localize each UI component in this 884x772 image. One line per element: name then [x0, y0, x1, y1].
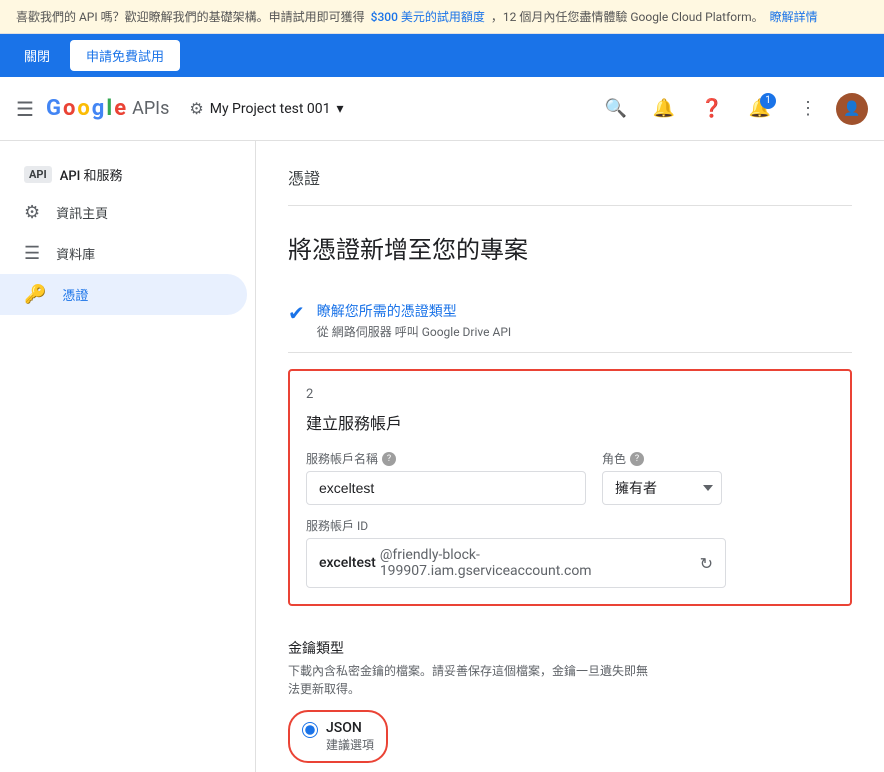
json-radio-input[interactable] — [302, 722, 318, 738]
step2-number: 2 — [306, 387, 834, 402]
role-label: 角色 ? — [602, 450, 722, 467]
project-icon: ⚙ — [189, 99, 203, 118]
sidebar-item-label: 資料庫 — [56, 244, 95, 263]
sidebar-item-label: 憑證 — [62, 285, 88, 304]
action-bar: 關閉 申請免費試用 — [0, 34, 884, 77]
help-icon: ? — [382, 452, 396, 466]
service-id-field: exceltest @friendly-block-199907.iam.gse… — [306, 538, 726, 588]
sidebar-item-dashboard[interactable]: ⚙ 資訊主頁 — [0, 192, 247, 233]
service-id-prefix: exceltest — [319, 555, 376, 571]
step1-content: 瞭解您所需的憑證類型 從 網路伺服器 呼叫 Google Drive API — [317, 301, 511, 340]
sidebar-item-library[interactable]: ☰ 資料庫 — [0, 233, 247, 274]
search-button[interactable]: 🔍 — [596, 89, 636, 129]
step2-card: 2 建立服務帳戶 服務帳戶名稱 ? 角色 ? 擁有者 — [288, 369, 852, 606]
logo-e: e — [114, 96, 126, 121]
sidebar-item-credentials[interactable]: 🔑 憑證 — [0, 274, 247, 315]
help-button[interactable]: ❓ — [692, 89, 732, 129]
api-badge: API — [24, 166, 52, 183]
service-id-row: 服務帳戶 ID exceltest @friendly-block-199907… — [306, 517, 834, 588]
key-type-title: 金鑰類型 — [288, 638, 852, 658]
radio-group: JSON 建議選項 P12 能與使用 P12 格式的程式碼向下相容 — [288, 710, 852, 772]
header-right: 🔍 🔔 ❓ 🔔 1 ⋮ 👤 — [596, 89, 868, 129]
more-options-button[interactable]: ⋮ — [788, 89, 828, 129]
avatar[interactable]: 👤 — [836, 93, 868, 125]
header: ☰ G o o g l e APIs ⚙ My Project test 001… — [0, 77, 884, 141]
header-left: ☰ G o o g l e APIs ⚙ My Project test 001… — [16, 95, 596, 122]
step2-title: 建立服務帳戶 — [306, 410, 834, 434]
refresh-icon[interactable]: ↻ — [700, 554, 713, 573]
role-help-icon: ? — [630, 452, 644, 466]
check-icon: ✔ — [288, 301, 305, 325]
sidebar-item-label: 資訊主頁 — [56, 203, 108, 222]
close-button[interactable]: 關閉 — [16, 42, 58, 69]
apis-text: APIs — [132, 98, 169, 119]
logo-o1: o — [63, 96, 75, 121]
step1-label[interactable]: 瞭解您所需的憑證類型 — [317, 301, 511, 321]
logo-o2: o — [77, 96, 89, 121]
json-radio-label: JSON — [326, 720, 374, 736]
page-layout: API API 和服務 ⚙ 資訊主頁 ☰ 資料庫 🔑 憑證 憑證 將憑證新增至您… — [0, 141, 884, 772]
json-option-box: JSON 建議選項 — [288, 710, 388, 763]
role-group: 角色 ? 擁有者 編輯者 檢視者 — [602, 450, 722, 505]
sidebar-header: API API 和服務 — [0, 157, 255, 192]
json-radio-label-group: JSON 建議選項 — [326, 720, 374, 753]
service-id-label: 服務帳戶 ID — [306, 517, 834, 534]
project-name: My Project test 001 — [210, 101, 331, 117]
page-title: 將憑證新增至您的專案 — [288, 230, 852, 265]
project-selector[interactable]: ⚙ My Project test 001 ▾ — [181, 95, 351, 122]
notification-button[interactable]: 🔔 — [644, 89, 684, 129]
logo-g: G — [46, 96, 61, 121]
trial-button[interactable]: 申請免費試用 — [70, 40, 180, 71]
form-row-service: 服務帳戶名稱 ? 角色 ? 擁有者 編輯者 檢視者 — [306, 450, 834, 505]
step1-sub: 從 網路伺服器 呼叫 Google Drive API — [317, 323, 511, 340]
hamburger-icon[interactable]: ☰ — [16, 97, 34, 121]
service-name-label: 服務帳戶名稱 ? — [306, 450, 586, 467]
updates-button[interactable]: 🔔 1 — [740, 89, 780, 129]
chevron-down-icon: ▾ — [337, 101, 344, 117]
library-icon: ☰ — [24, 243, 40, 264]
service-name-input[interactable] — [306, 471, 586, 505]
banner-text2: ，12 個月內任您盡情體驗 Google Cloud Platform。 — [491, 8, 764, 25]
breadcrumb: 憑證 — [288, 165, 852, 206]
key-type-section: 金鑰類型 下載內含私密金鑰的檔案。請妥善保存這個檔案，金鑰一旦遺失即無法更新取得… — [288, 622, 852, 772]
service-id-domain: @friendly-block-199907.iam.gserviceaccou… — [380, 547, 692, 579]
google-apis-logo: G o o g l e APIs — [46, 96, 169, 121]
banner-link[interactable]: 瞭解詳情 — [770, 8, 818, 25]
banner-highlight: $300 美元的試用額度 — [371, 8, 485, 25]
sidebar-title: API 和服務 — [60, 165, 123, 184]
credentials-icon: 🔑 — [24, 284, 46, 305]
dashboard-icon: ⚙ — [24, 202, 40, 223]
step1-link[interactable]: 瞭解您所需的憑證類型 — [317, 304, 457, 320]
json-radio-sublabel: 建議選項 — [326, 736, 374, 753]
key-type-desc: 下載內含私密金鑰的檔案。請妥善保存這個檔案，金鑰一旦遺失即無法更新取得。 — [288, 662, 648, 698]
step1-completed: ✔ 瞭解您所需的憑證類型 從 網路伺服器 呼叫 Google Drive API — [288, 289, 852, 353]
logo-g2: g — [92, 96, 105, 121]
sidebar: API API 和服務 ⚙ 資訊主頁 ☰ 資料庫 🔑 憑證 — [0, 141, 256, 772]
main-content: 憑證 將憑證新增至您的專案 ✔ 瞭解您所需的憑證類型 從 網路伺服器 呼叫 Go… — [256, 141, 884, 772]
updates-badge: 1 — [760, 93, 776, 109]
role-select[interactable]: 擁有者 編輯者 檢視者 — [602, 471, 722, 505]
logo-l: l — [106, 96, 112, 121]
service-name-group: 服務帳戶名稱 ? — [306, 450, 586, 505]
banner-text: 喜歡我們的 API 嗎？歡迎瞭解我們的基礎架構。申請試用即可獲得 — [16, 8, 365, 25]
top-banner: 喜歡我們的 API 嗎？歡迎瞭解我們的基礎架構。申請試用即可獲得 $300 美元… — [0, 0, 884, 34]
